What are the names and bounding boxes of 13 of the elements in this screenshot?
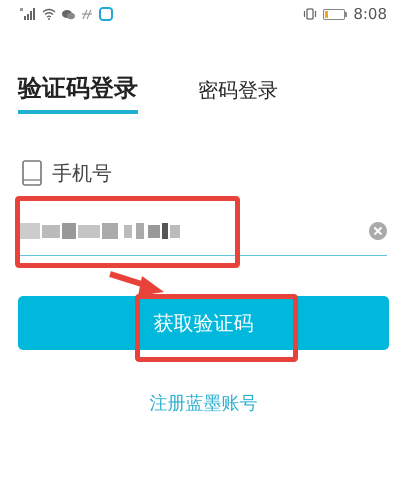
battery-icon [323, 8, 348, 20]
vibrate-icon [303, 8, 318, 20]
wifi-icon [42, 8, 56, 20]
phone-label: 手机号 [52, 160, 112, 187]
network-icon [81, 8, 93, 20]
clear-icon[interactable] [369, 222, 387, 240]
clock-time: 8:08 [353, 4, 387, 25]
phone-icon [22, 160, 42, 186]
chat-icon [62, 8, 75, 20]
app-icon [99, 7, 113, 21]
signal-icon [20, 8, 36, 20]
login-tab[interactable]: 密码登录 [198, 80, 278, 114]
login-tab[interactable]: 验证码登录 [18, 76, 138, 114]
